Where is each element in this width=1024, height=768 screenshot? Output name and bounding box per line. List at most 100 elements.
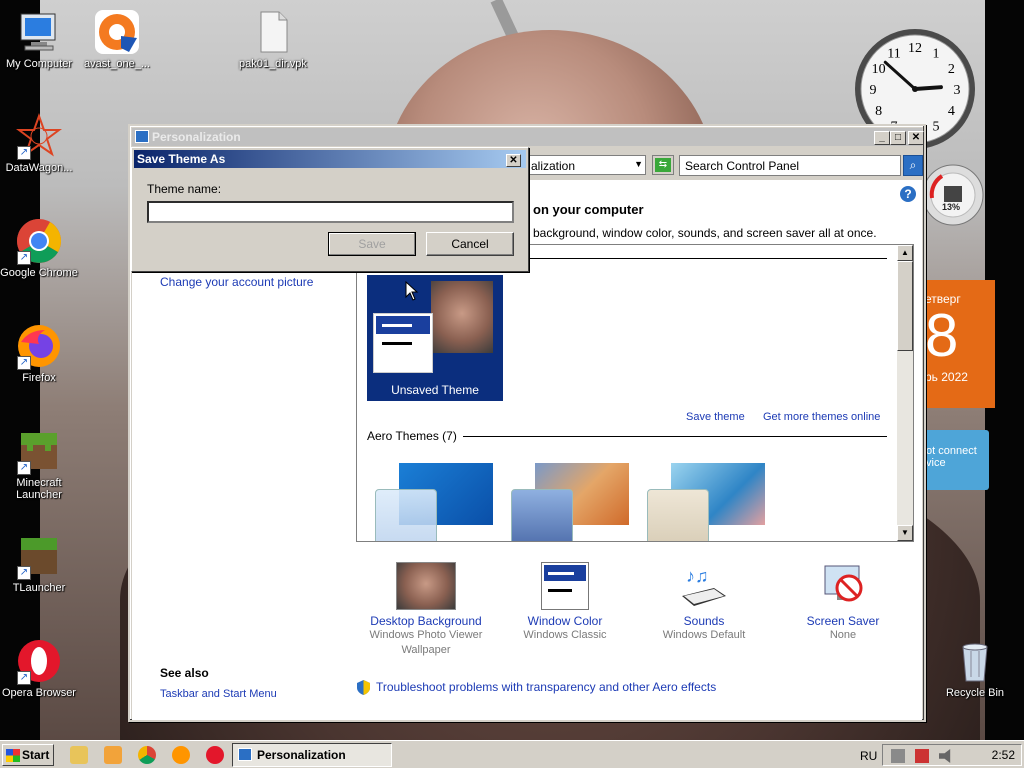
sounds-icon: ♪♫ <box>674 562 734 610</box>
get-more-themes-link[interactable]: Get more themes online <box>763 411 880 423</box>
clock-numeral: 2 <box>948 62 955 77</box>
shortcut-arrow-icon: ↗ <box>17 251 31 265</box>
sounds-option[interactable]: ♪♫ Sounds Windows Default <box>634 562 774 643</box>
desktop-icon-chrome[interactable]: ↗ Google Chrome <box>0 217 78 279</box>
control-panel-icon <box>135 130 149 143</box>
help-icon[interactable]: ? <box>900 186 916 202</box>
language-indicator[interactable]: RU <box>860 749 877 763</box>
desktop-icon-firefox[interactable]: ↗ Firefox <box>0 322 78 384</box>
desktop-icon-label: DataWagon... <box>5 162 73 174</box>
cpu-value: 13% <box>942 202 961 212</box>
opera-icon: ↗ <box>15 637 63 685</box>
shield-icon <box>357 680 370 695</box>
chrome-quicklaunch-icon[interactable] <box>138 746 156 764</box>
option-title: Window Color <box>527 614 603 628</box>
desktop-icon-recycle-bin[interactable]: Recycle Bin <box>936 637 1014 699</box>
desktop-icon-label: Opera Browser <box>2 687 76 699</box>
clock-numeral: 1 <box>933 47 940 62</box>
desktop-icon-minecraft[interactable]: ↗ Minecraft Launcher <box>0 427 78 501</box>
chrome-icon: ↗ <box>15 217 63 265</box>
scroll-down-icon[interactable]: ▼ <box>897 525 913 541</box>
desktop-icon-vpk-file[interactable]: pak01_dir.vpk <box>234 8 312 70</box>
window-color-icon <box>541 562 589 610</box>
window-title: Personalization <box>152 130 241 144</box>
clock-numeral: 10 <box>872 62 886 77</box>
volume-icon[interactable] <box>939 749 951 763</box>
screen-saver-option[interactable]: Screen Saver None <box>773 562 913 643</box>
minimize-button[interactable]: _ <box>874 131 890 145</box>
start-label: Start <box>22 748 50 762</box>
see-also-heading: See also <box>160 666 209 680</box>
theme-window-preview <box>647 489 709 541</box>
explorer-quicklaunch-icon[interactable] <box>70 746 88 764</box>
option-title: Desktop Background <box>370 614 482 628</box>
themes-scrollbar[interactable]: ▲ ▼ <box>897 245 913 541</box>
theme-wallpaper-thumbnail <box>431 281 493 353</box>
desktop-icon-my-computer[interactable]: My Computer <box>0 8 78 70</box>
aero-theme-windows7[interactable] <box>371 451 495 541</box>
start-button[interactable]: Start <box>2 744 54 766</box>
address-bar[interactable]: alization ▼ <box>526 155 646 175</box>
unsaved-theme-label: Unsaved Theme <box>391 383 479 397</box>
shortcut-arrow-icon: ↗ <box>17 461 31 475</box>
themes-list: Unsaved Theme Save theme Get more themes… <box>356 244 914 542</box>
theme-name-input[interactable] <box>147 201 514 223</box>
close-button[interactable]: ✕ <box>908 131 924 145</box>
aero-theme-architecture[interactable] <box>507 451 631 541</box>
clock-numeral: 3 <box>954 83 961 98</box>
troubleshoot-text: Troubleshoot problems with transparency … <box>376 680 717 694</box>
dialog-close-button[interactable]: ✕ <box>506 154 521 167</box>
taskbar-clock[interactable]: 2:52 <box>992 745 1015 765</box>
desktop-icon-label: Firefox <box>22 372 56 384</box>
opera-quicklaunch-icon[interactable] <box>206 746 224 764</box>
desktop-icon-label: My Computer <box>5 58 73 70</box>
search-button[interactable]: ⌕ <box>903 155 923 176</box>
control-panel-icon <box>238 748 252 761</box>
cpu-meter-gadget[interactable]: 13% <box>922 164 984 246</box>
firefox-quicklaunch-icon[interactable] <box>172 746 190 764</box>
option-subtitle: Windows Photo Viewer Wallpaper <box>369 629 483 656</box>
desktop-background-option[interactable]: Desktop Background Windows Photo Viewer … <box>356 562 496 658</box>
shortcut-arrow-icon: ↗ <box>17 356 31 370</box>
theme-window-preview <box>373 313 433 373</box>
chevron-down-icon[interactable]: ▼ <box>634 159 643 169</box>
minecraft-icon: ↗ <box>15 427 63 475</box>
search-icon: ⌕ <box>909 158 917 172</box>
computer-icon <box>15 8 63 56</box>
troubleshoot-aero-link[interactable]: Troubleshoot problems with transparency … <box>356 680 717 695</box>
desktop-icon-label: Recycle Bin <box>945 687 1005 699</box>
clock-numeral: 9 <box>870 83 877 98</box>
desktop-icon-datawagon[interactable]: ↗ DataWagon... <box>0 112 78 174</box>
change-account-picture-link[interactable]: Change your account picture <box>160 275 313 289</box>
network-tray-icon[interactable] <box>891 749 905 763</box>
desktop-icon-avast[interactable]: avast_one_... <box>78 8 156 70</box>
page-heading: on your computer <box>533 202 644 217</box>
media-player-quicklaunch-icon[interactable] <box>104 746 122 764</box>
scroll-thumb[interactable] <box>897 261 913 351</box>
clock-numeral: 11 <box>887 47 900 62</box>
scroll-up-icon[interactable]: ▲ <box>897 245 913 261</box>
save-theme-link[interactable]: Save theme <box>686 411 745 423</box>
dialog-titlebar[interactable]: Save Theme As ✕ <box>134 150 526 168</box>
save-button[interactable]: Save <box>328 232 416 256</box>
refresh-button[interactable]: ⇆ <box>652 155 674 175</box>
network-gadget[interactable]: ot connect vice <box>922 430 989 490</box>
taskbar-start-menu-link[interactable]: Taskbar and Start Menu <box>160 688 277 700</box>
window-titlebar[interactable]: Personalization _ □ ✕ <box>132 128 924 146</box>
aero-theme-characters[interactable] <box>643 451 767 541</box>
cancel-button[interactable]: Cancel <box>426 232 514 256</box>
maximize-button[interactable]: □ <box>890 131 906 145</box>
taskbar: Start Personalization RU 2:52 <box>0 740 1024 768</box>
firefox-icon: ↗ <box>15 322 63 370</box>
screen-saver-icon <box>813 562 873 610</box>
taskbar-button-personalization[interactable]: Personalization <box>232 743 392 767</box>
shortcut-arrow-icon: ↗ <box>17 671 31 685</box>
window-color-option[interactable]: Window Color Windows Classic <box>495 562 635 643</box>
desktop-icon-tlauncher[interactable]: ↗ TLauncher <box>0 532 78 594</box>
security-tray-icon[interactable] <box>915 749 929 763</box>
desktop-icon-opera[interactable]: ↗ Opera Browser <box>0 637 78 699</box>
unsaved-theme-tile[interactable]: Unsaved Theme <box>367 275 503 401</box>
dialog-title: Save Theme As <box>137 152 226 166</box>
search-input[interactable]: Search Control Panel <box>679 155 901 176</box>
calendar-gadget[interactable]: етверг 8 рь 2022 <box>923 280 995 408</box>
